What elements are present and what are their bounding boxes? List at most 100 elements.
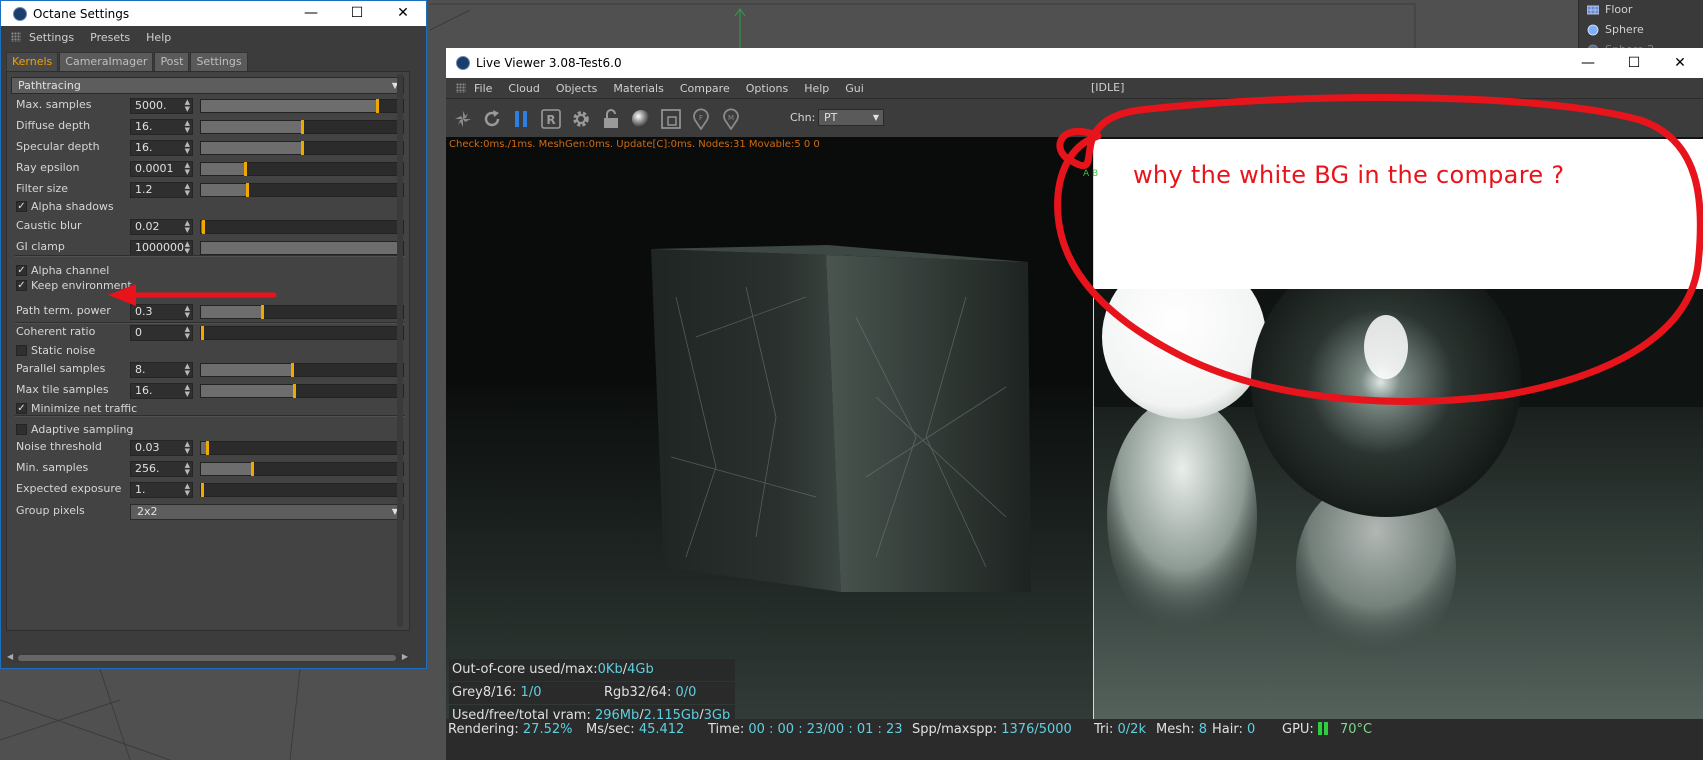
minimize-button[interactable]: — [1565,48,1611,78]
alpha-channel-checkbox[interactable]: ✓ [16,265,27,276]
octane-settings-titlebar[interactable]: Octane Settings — ☐ ✕ [1,1,426,26]
slider-knob[interactable] [244,162,247,176]
menu-cloud[interactable]: Cloud [508,82,539,95]
slider-knob[interactable] [202,220,205,234]
menu-presets[interactable]: Presets [90,31,130,44]
channel-dropdown[interactable]: PT ▼ [818,109,884,126]
horizontal-scrollbar[interactable]: ◀ ▶ [6,652,410,663]
keep-environment-checkbox[interactable]: ✓ [16,280,27,291]
pause-icon[interactable] [510,108,532,130]
minimize-button[interactable]: — [288,1,334,26]
slider-knob[interactable] [201,326,204,340]
filter-size-slider[interactable] [200,183,404,197]
slider-knob[interactable] [201,483,204,497]
ray-epsilon-slider[interactable] [200,162,404,176]
compare-divider[interactable] [1093,137,1094,719]
alpha-shadows-checkbox[interactable]: ✓ [16,201,27,212]
scene-item-floor[interactable]: Floor [1579,0,1703,20]
maximize-button[interactable]: ☐ [334,1,380,26]
max-samples-input[interactable]: 5000. ▲ ▼ [130,98,193,114]
menu-file[interactable]: File [474,82,492,95]
menu-materials[interactable]: Materials [613,82,663,95]
diffuse-depth-slider[interactable] [200,120,404,134]
render-viewport[interactable]: Check:0ms./1ms. MeshGen:0ms. Update[C]:0… [446,137,1703,719]
parallel-samples-input[interactable]: 8. ▲ ▼ [130,362,193,378]
maximize-button[interactable]: ☐ [1611,48,1657,78]
menu-objects[interactable]: Objects [556,82,598,95]
group-pixels-dropdown[interactable]: 2x2 ▼ [130,504,404,520]
r-icon[interactable]: R [540,108,562,130]
parallel-samples-slider[interactable] [200,363,404,377]
noise-threshold-slider[interactable] [200,441,404,455]
lock-icon[interactable] [600,108,622,130]
spinner-arrows-icon[interactable]: ▲ ▼ [185,483,190,497]
spinner-arrows-icon[interactable]: ▲ ▼ [185,384,190,398]
spinner-arrows-icon[interactable]: ▲ ▼ [185,241,190,255]
slider-knob[interactable] [301,141,304,155]
specular-depth-input[interactable]: 16. ▲ ▼ [130,140,193,156]
gi-clamp-slider[interactable] [200,241,404,255]
kernel-type-dropdown[interactable]: Pathtracing ▼ [11,77,404,94]
gi-clamp-input[interactable]: 1000000. ▲ ▼ [130,240,193,256]
spinner-arrows-icon[interactable]: ▲ ▼ [185,220,190,234]
spinner-arrows-icon[interactable]: ▲ ▼ [185,183,190,197]
close-button[interactable]: ✕ [1657,48,1703,78]
material-pin-icon[interactable]: M [720,108,742,130]
scroll-right-icon[interactable]: ▶ [402,652,408,661]
refresh-icon[interactable] [481,108,503,130]
slider-knob[interactable] [301,120,304,134]
focus-pin-icon[interactable]: F [690,108,712,130]
min-samples-slider[interactable] [200,462,404,476]
tab-kernels[interactable]: Kernels [6,52,59,72]
slider-knob[interactable] [291,363,294,377]
coherent-ratio-slider[interactable] [200,326,404,340]
slider-knob[interactable] [376,99,379,113]
caustic-blur-input[interactable]: 0.02 ▲ ▼ [130,219,193,235]
max-samples-slider[interactable] [200,99,404,113]
panel-vertical-scrollbar[interactable] [397,74,403,626]
filter-size-input[interactable]: 1.2 ▲ ▼ [130,182,193,198]
expected-exposure-slider[interactable] [200,483,404,497]
spinner-arrows-icon[interactable]: ▲ ▼ [185,99,190,113]
scrollbar-thumb[interactable] [18,655,396,661]
scroll-left-icon[interactable]: ◀ [7,652,13,661]
material-sphere-icon[interactable] [630,108,652,130]
scene-item-sphere[interactable]: Sphere [1579,20,1703,40]
spinner-arrows-icon[interactable]: ▲ ▼ [185,120,190,134]
coherent-ratio-input[interactable]: 0 ▲ ▼ [130,325,193,341]
live-viewer-titlebar[interactable]: Live Viewer 3.08-Test6.0 — ☐ ✕ [446,48,1703,78]
spinner-arrows-icon[interactable]: ▲ ▼ [185,462,190,476]
menu-gui[interactable]: Gui [845,82,864,95]
menu-compare[interactable]: Compare [680,82,730,95]
spinner-arrows-icon[interactable]: ▲ ▼ [185,441,190,455]
slider-knob[interactable] [293,384,296,398]
menu-help[interactable]: Help [804,82,829,95]
menu-settings[interactable]: Settings [29,31,74,44]
grip-icon[interactable] [11,32,21,42]
caustic-blur-slider[interactable] [200,220,404,234]
specular-depth-slider[interactable] [200,141,404,155]
settings-gear-icon[interactable] [570,108,592,130]
expected-exposure-input[interactable]: 1. ▲ ▼ [130,482,193,498]
menu-help[interactable]: Help [146,31,171,44]
region-icon[interactable] [660,108,682,130]
send-scene-icon[interactable] [452,108,474,130]
tab-cameraimager[interactable]: CameraImager [59,52,154,72]
tab-settings[interactable]: Settings [190,52,248,72]
ray-epsilon-input[interactable]: 0.0001 ▲ ▼ [130,161,193,177]
minimize-net-traffic-checkbox[interactable]: ✓ [16,403,27,414]
menu-options[interactable]: Options [746,82,788,95]
noise-threshold-input[interactable]: 0.03 ▲ ▼ [130,440,193,456]
adaptive-sampling-checkbox[interactable] [16,424,27,435]
grip-icon[interactable] [456,83,466,93]
spinner-arrows-icon[interactable]: ▲ ▼ [185,326,190,340]
spinner-arrows-icon[interactable]: ▲ ▼ [185,162,190,176]
max-tile-samples-slider[interactable] [200,384,404,398]
tab-post[interactable]: Post [154,52,190,72]
slider-knob[interactable] [246,183,249,197]
max-tile-samples-input[interactable]: 16. ▲ ▼ [130,383,193,399]
slider-knob[interactable] [251,462,254,476]
close-button[interactable]: ✕ [380,1,426,26]
spinner-arrows-icon[interactable]: ▲ ▼ [185,363,190,377]
slider-knob[interactable] [206,441,209,455]
